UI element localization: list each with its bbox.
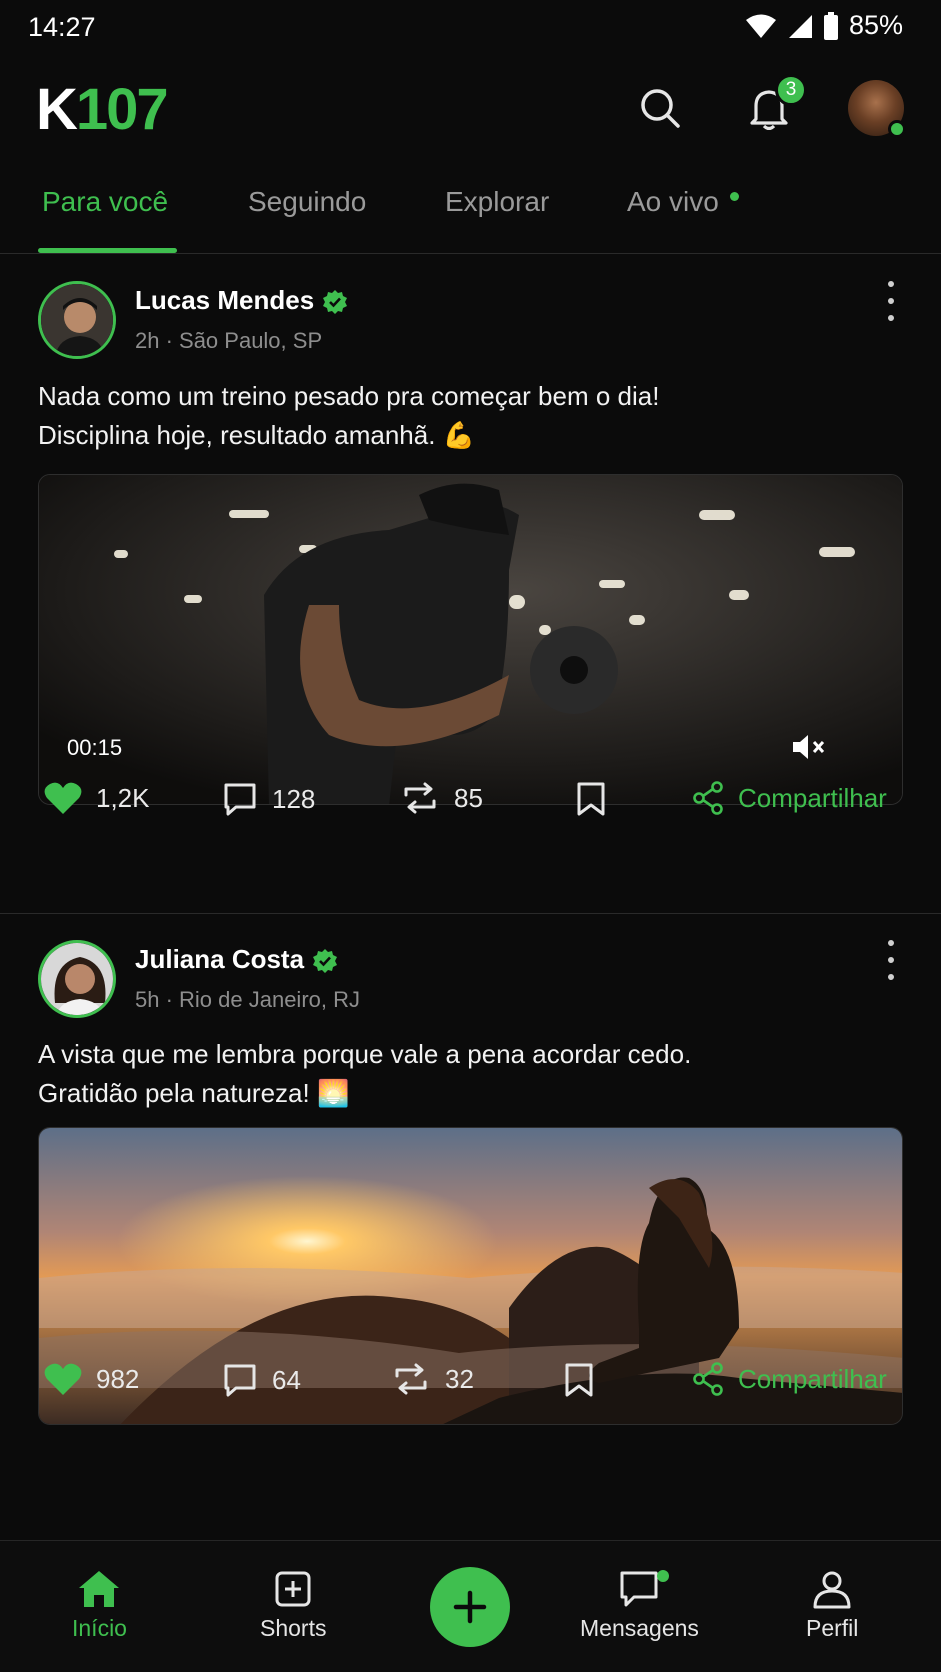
comment-count: 128	[272, 783, 316, 814]
signal-icon	[788, 14, 812, 38]
profile-icon	[813, 1571, 851, 1609]
post-actions: 982 64 32 Compartilhar	[0, 1362, 941, 1412]
app-logo[interactable]: K107	[36, 77, 169, 142]
repost-icon	[404, 782, 436, 814]
bookmark-icon	[565, 1363, 593, 1397]
post-meta: 5h · Rio de Janeiro, RJ	[135, 987, 360, 1012]
post-meta: 2h · São Paulo, SP	[135, 328, 323, 353]
author-name-row: Juliana Costa	[135, 944, 338, 975]
comment-button[interactable]: 128	[222, 781, 315, 817]
verified-icon	[313, 949, 338, 974]
notification-badge: 3	[775, 74, 807, 106]
logo-number: 107	[75, 77, 169, 142]
share-button[interactable]: Compartilhar	[692, 781, 887, 815]
logo-letter: K	[36, 77, 78, 142]
bottom-navigation: Início Shorts Mensagens Perfil	[0, 1540, 941, 1672]
nav-label: Shorts	[260, 1615, 327, 1641]
repost-count: 85	[454, 782, 483, 813]
online-indicator	[888, 120, 906, 138]
post-video[interactable]: 00:15	[38, 474, 903, 805]
post-text-line: Nada como um treino pesado pra começar b…	[38, 381, 660, 411]
wifi-icon	[745, 14, 776, 38]
tab-para-voce[interactable]: Para você	[42, 186, 168, 218]
plus-icon	[453, 1590, 487, 1624]
bookmark-icon	[577, 782, 605, 816]
search-button[interactable]	[632, 80, 688, 136]
heart-icon	[44, 782, 82, 814]
like-button[interactable]: 1,2K	[44, 781, 150, 815]
post-text-line: Disciplina hoje, resultado amanhã. 💪	[38, 420, 476, 450]
repost-count: 32	[445, 1363, 474, 1394]
comment-button[interactable]: 64	[222, 1362, 301, 1398]
author-name[interactable]: Lucas Mendes	[135, 285, 314, 315]
status-time: 14:27	[28, 12, 96, 42]
like-count: 1,2K	[96, 782, 150, 813]
share-label: Compartilhar	[738, 782, 887, 813]
share-label: Compartilhar	[738, 1363, 887, 1394]
battery-percent: 85%	[848, 10, 903, 40]
tab-ao-vivo[interactable]: Ao vivo	[627, 186, 719, 218]
heart-icon	[44, 1363, 82, 1395]
nav-label: Mensagens	[580, 1615, 699, 1641]
more-options-button[interactable]	[885, 281, 897, 321]
like-button[interactable]: 982	[44, 1362, 139, 1396]
author-photo	[41, 284, 113, 356]
chat-icon	[620, 1571, 658, 1607]
post-card: Juliana Costa 5h · Rio de Janeiro, RJ A …	[0, 914, 941, 1534]
author-photo	[41, 943, 113, 1015]
video-duration: 00:15	[67, 735, 123, 760]
author-name[interactable]: Juliana Costa	[135, 944, 304, 974]
author-avatar[interactable]	[38, 940, 116, 1018]
home-icon	[79, 1571, 120, 1607]
repost-button[interactable]: 85	[400, 781, 483, 815]
battery-icon	[823, 11, 838, 40]
video-thumbnail	[39, 475, 902, 804]
nav-inicio[interactable]: Início	[72, 1569, 127, 1642]
shorts-icon	[275, 1571, 311, 1607]
live-indicator	[730, 192, 739, 201]
comment-icon	[224, 1364, 256, 1397]
nav-mensagens[interactable]: Mensagens	[580, 1569, 699, 1642]
post-text-line: A vista que me lembra porque vale a pena…	[38, 1039, 692, 1069]
bookmark-button[interactable]	[576, 781, 606, 817]
nav-shorts[interactable]: Shorts	[260, 1569, 326, 1642]
user-avatar[interactable]	[848, 80, 906, 138]
comment-count: 64	[272, 1364, 301, 1395]
post-text: Nada como um treino pesado pra começar b…	[38, 377, 898, 455]
comment-icon	[224, 783, 256, 816]
search-icon	[641, 89, 680, 128]
unread-messages-indicator	[657, 1570, 669, 1582]
nav-label: Perfil	[806, 1615, 859, 1641]
nav-label: Início	[72, 1615, 127, 1641]
tab-explorar[interactable]: Explorar	[445, 186, 549, 218]
repost-button[interactable]: 32	[391, 1362, 474, 1396]
feed-tabs: Para você Seguindo Explorar Ao vivo	[0, 168, 941, 254]
tab-seguindo[interactable]: Seguindo	[248, 186, 366, 218]
verified-icon	[323, 290, 348, 315]
share-icon	[693, 781, 723, 815]
share-button[interactable]: Compartilhar	[692, 1362, 887, 1396]
create-post-button[interactable]	[430, 1567, 510, 1647]
mute-icon[interactable]	[791, 733, 827, 761]
bookmark-button[interactable]	[564, 1362, 594, 1398]
author-avatar[interactable]	[38, 281, 116, 359]
app-header: K107 3	[0, 60, 941, 160]
post-text: A vista que me lembra porque vale a pena…	[38, 1035, 898, 1113]
nav-perfil[interactable]: Perfil	[806, 1569, 858, 1642]
status-bar: 14:27 85%	[0, 0, 941, 54]
more-options-button[interactable]	[885, 940, 897, 980]
like-count: 982	[96, 1363, 140, 1394]
post-text-line: Gratidão pela natureza! 🌅	[38, 1078, 350, 1108]
author-name-row: Lucas Mendes	[135, 285, 348, 316]
active-tab-indicator	[38, 248, 177, 253]
notifications-button[interactable]: 3	[741, 74, 807, 136]
share-icon	[693, 1362, 723, 1396]
post-actions: 1,2K 128 85 Compartilhar	[0, 781, 941, 831]
repost-icon	[395, 1363, 427, 1395]
post-card: Lucas Mendes 2h · São Paulo, SP Nada com…	[0, 255, 941, 913]
